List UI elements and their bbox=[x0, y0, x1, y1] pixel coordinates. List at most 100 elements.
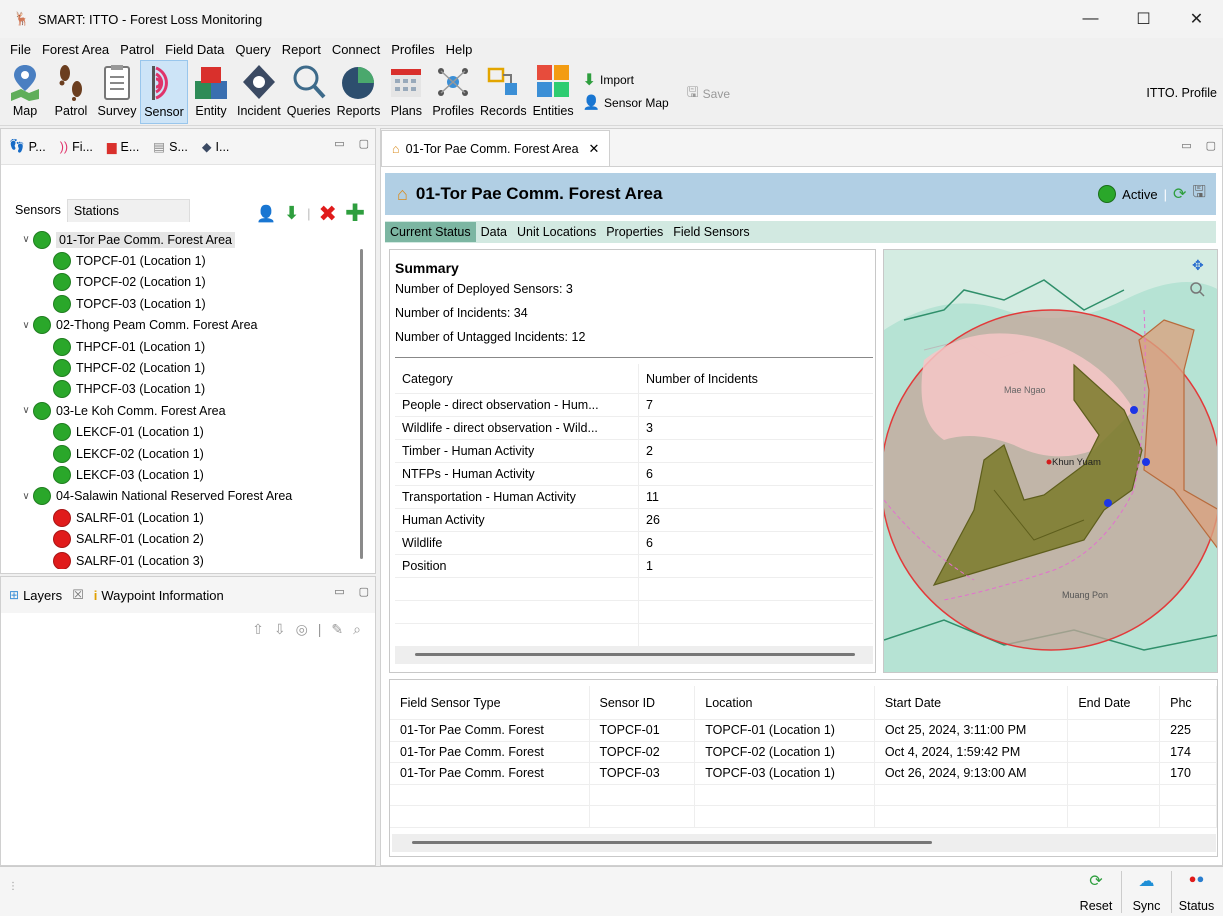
plans-button[interactable]: Plans bbox=[383, 60, 429, 124]
tree-scrollbar[interactable] bbox=[360, 249, 363, 559]
table-row[interactable]: Transportation - Human Activity 11 bbox=[395, 486, 873, 509]
column-header[interactable]: Field Sensor Type bbox=[390, 686, 590, 719]
tree-sensor-item[interactable]: LEKCF-03 (Location 1) bbox=[1, 464, 361, 485]
tab-field-sensors[interactable]: )) Fi... bbox=[60, 140, 93, 154]
tree-sensor-item[interactable]: TOPCF-03 (Location 1) bbox=[1, 293, 361, 314]
tree-sensor-item[interactable]: LEKCF-01 (Location 1) bbox=[1, 422, 361, 443]
tree-sensor-item[interactable]: LEKCF-02 (Location 1) bbox=[1, 443, 361, 464]
sensor-button[interactable]: Sensor bbox=[140, 60, 188, 124]
column-header[interactable]: Start Date bbox=[875, 686, 1069, 719]
scroll-thumb[interactable] bbox=[412, 841, 932, 844]
editor-tab[interactable]: ⌂ 01-Tor Pae Comm. Forest Area ✕ bbox=[381, 130, 611, 166]
chevron-down-icon[interactable]: ∨ bbox=[19, 234, 33, 245]
tree-sensor-item[interactable]: THPCF-03 (Location 1) bbox=[1, 379, 361, 400]
table-row[interactable]: NTFPs - Human Activity 6 bbox=[395, 463, 873, 486]
table-row[interactable]: Timber - Human Activity 2 bbox=[395, 440, 873, 463]
maximize-panel-icon[interactable]: ▢ bbox=[1206, 139, 1216, 152]
edit-layer-icon[interactable]: ✎ bbox=[331, 621, 343, 638]
entity-button[interactable]: Entity bbox=[188, 60, 234, 124]
tab-incident[interactable]: ◆ I... bbox=[202, 139, 230, 155]
minimize-panel-icon[interactable]: ▭ bbox=[1181, 139, 1191, 152]
tree-sensor-item[interactable]: THPCF-01 (Location 1) bbox=[1, 336, 361, 357]
table-row[interactable]: Position 1 bbox=[395, 555, 873, 578]
sensors-hscroll[interactable] bbox=[392, 834, 1216, 852]
sensor-map-button[interactable]: 👤 Sensor Map bbox=[583, 94, 669, 111]
tree-group-item[interactable]: ∨ 03-Le Koh Comm. Forest Area bbox=[1, 400, 361, 421]
table-row[interactable]: 01-Tor Pae Comm. Forest TOPCF-01 TOPCF-01 … bbox=[390, 720, 1217, 742]
summary-hscroll[interactable] bbox=[395, 646, 873, 664]
chevron-down-icon[interactable]: ∨ bbox=[19, 491, 33, 502]
tab-survey[interactable]: ▤ S... bbox=[153, 139, 188, 155]
tree-sensor-item[interactable]: SALRF-01 (Location 3) bbox=[1, 550, 361, 569]
table-row[interactable]: 01-Tor Pae Comm. Forest TOPCF-03 TOPCF-03 … bbox=[390, 763, 1217, 785]
incidents-header[interactable]: Number of Incidents bbox=[639, 372, 758, 386]
scroll-thumb[interactable] bbox=[415, 653, 855, 656]
tree-sensor-item[interactable]: TOPCF-01 (Location 1) bbox=[1, 250, 361, 271]
tree-group-item[interactable]: ∨ 04-Salawin National Reserved Forest Are… bbox=[1, 486, 361, 507]
tab-data[interactable]: Data bbox=[476, 222, 512, 242]
pan-icon[interactable]: ✥ bbox=[1192, 257, 1204, 273]
minimize-panel-icon[interactable]: ▭ bbox=[334, 585, 344, 598]
table-row[interactable]: 01-Tor Pae Comm. Forest TOPCF-02 TOPCF-02 … bbox=[390, 741, 1217, 763]
menu-query[interactable]: Query bbox=[235, 42, 270, 57]
entities-button[interactable]: Entities bbox=[530, 60, 577, 124]
tab-stations[interactable]: Stations bbox=[66, 198, 191, 222]
sensor-map-icon[interactable]: 👤 bbox=[256, 204, 276, 224]
tree-sensor-item[interactable]: TOPCF-02 (Location 1) bbox=[1, 272, 361, 293]
incident-button[interactable]: Incident bbox=[234, 60, 284, 124]
menu-field-data[interactable]: Field Data bbox=[165, 42, 224, 57]
tab-patrol[interactable]: 👣 P... bbox=[9, 139, 46, 154]
save-button[interactable]: 🖫 Save bbox=[687, 82, 730, 106]
records-button[interactable]: Records bbox=[477, 60, 530, 124]
menu-help[interactable]: Help bbox=[446, 42, 473, 57]
layer-search-icon[interactable]: ⌕ bbox=[353, 621, 361, 638]
maximize-button[interactable]: ☐ bbox=[1117, 0, 1170, 38]
tree-sensor-item[interactable]: SALRF-01 (Location 1) bbox=[1, 507, 361, 528]
status-button[interactable]: ●● Status bbox=[1171, 871, 1221, 913]
add-plus-icon[interactable]: ✚ bbox=[345, 199, 365, 228]
maximize-panel-icon[interactable]: ▢ bbox=[359, 585, 369, 598]
category-header[interactable]: Category bbox=[395, 364, 639, 393]
table-row[interactable]: Human Activity 26 bbox=[395, 509, 873, 532]
tree-sensor-item[interactable]: SALRF-01 (Location 2) bbox=[1, 528, 361, 549]
floppy-disk-icon[interactable]: 🖫 bbox=[1192, 181, 1206, 208]
column-header[interactable]: Sensor ID bbox=[590, 686, 696, 719]
patrol-button[interactable]: Patrol bbox=[48, 60, 94, 124]
column-header[interactable]: End Date bbox=[1068, 686, 1161, 719]
tab-layers[interactable]: Layers bbox=[23, 588, 62, 603]
map-button[interactable]: Map bbox=[2, 60, 48, 124]
menu-forest-area[interactable]: Forest Area bbox=[42, 42, 109, 57]
download-arrow-icon[interactable]: ⬇ bbox=[284, 203, 299, 224]
menu-patrol[interactable]: Patrol bbox=[120, 42, 154, 57]
menu-profiles[interactable]: Profiles bbox=[391, 42, 434, 57]
tab-entities[interactable]: ▆ E... bbox=[107, 139, 139, 155]
queries-button[interactable]: Queries bbox=[284, 60, 334, 124]
move-down-icon[interactable]: ⇩ bbox=[274, 621, 286, 638]
chevron-down-icon[interactable]: ∨ bbox=[19, 405, 33, 416]
sync-button[interactable]: ☁ Sync bbox=[1121, 871, 1171, 913]
tree-group-item[interactable]: ∨ 01-Tor Pae Comm. Forest Area bbox=[1, 229, 361, 250]
menu-file[interactable]: File bbox=[10, 42, 31, 57]
refresh-icon[interactable]: ⟳ bbox=[1173, 184, 1186, 204]
close-tab-icon[interactable]: ☒ bbox=[72, 587, 84, 603]
move-up-icon[interactable]: ⇧ bbox=[252, 621, 264, 638]
column-header[interactable]: Phc bbox=[1160, 686, 1217, 719]
tab-properties[interactable]: Properties bbox=[601, 222, 668, 242]
delete-x-icon[interactable]: ✖ bbox=[318, 201, 336, 227]
profiles-button[interactable]: Profiles bbox=[429, 60, 477, 124]
tab-field-sensors[interactable]: Field Sensors bbox=[668, 222, 754, 242]
menu-report[interactable]: Report bbox=[282, 42, 321, 57]
survey-button[interactable]: Survey bbox=[94, 60, 140, 124]
tab-waypoint-information[interactable]: Waypoint Information bbox=[101, 588, 223, 603]
reset-button[interactable]: ⟳ Reset bbox=[1071, 871, 1121, 913]
minimize-button[interactable]: — bbox=[1064, 0, 1117, 38]
import-button[interactable]: ⬇ Import bbox=[583, 70, 669, 90]
table-row[interactable]: People - direct observation - Hum... 7 bbox=[395, 394, 873, 417]
layer-globe-icon[interactable]: ◎ bbox=[296, 621, 308, 638]
maximize-panel-icon[interactable]: ▢ bbox=[359, 137, 369, 150]
chevron-down-icon[interactable]: ∨ bbox=[19, 320, 33, 331]
table-row[interactable]: Wildlife - direct observation - Wild... 3 bbox=[395, 417, 873, 440]
tab-current-status[interactable]: Current Status bbox=[385, 222, 476, 242]
tree-sensor-item[interactable]: THPCF-02 (Location 1) bbox=[1, 357, 361, 378]
sensor-map[interactable]: Mae Ngao Khun Yuam Muang Pon ✥ bbox=[883, 249, 1218, 673]
